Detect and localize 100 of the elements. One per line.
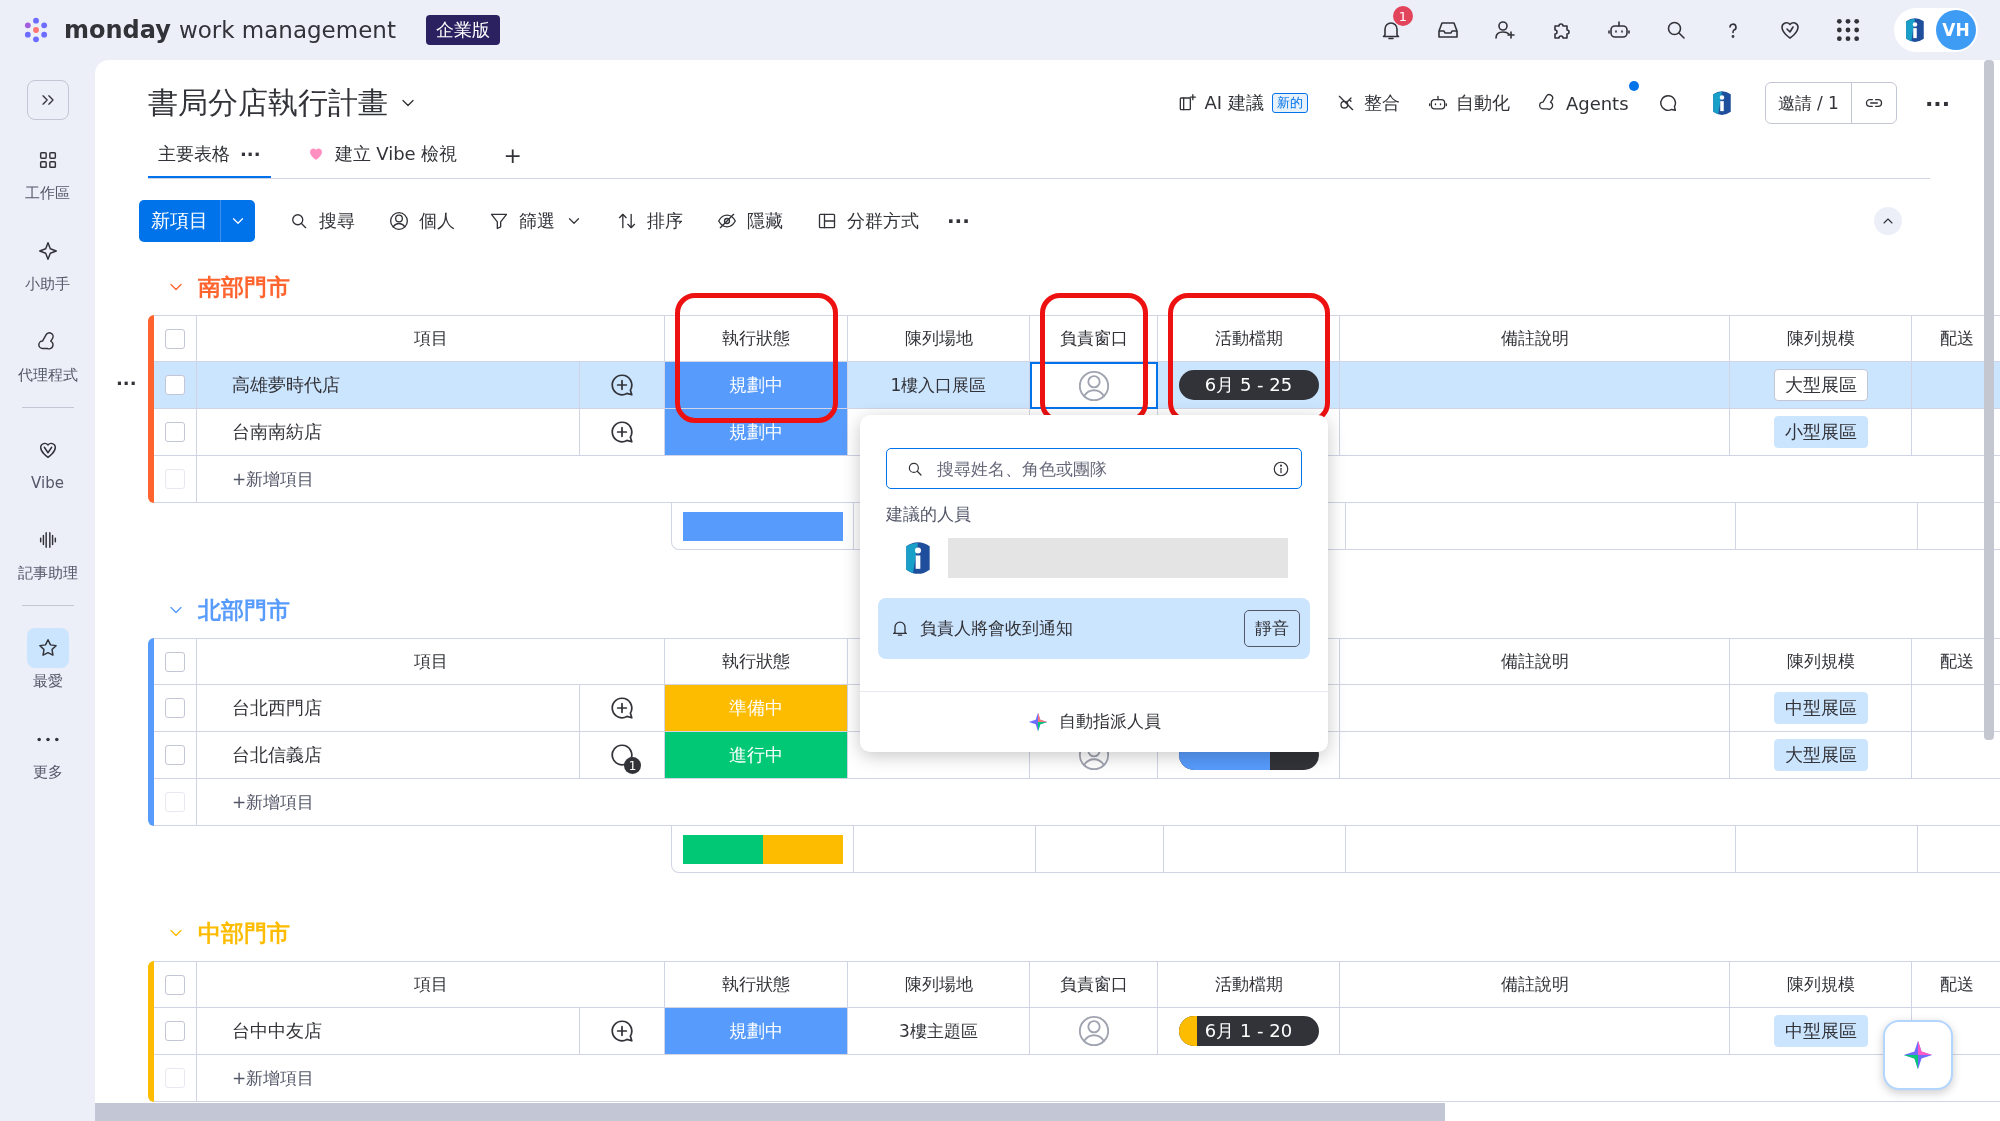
board-action[interactable]: AI 建議 新的 (1176, 79, 1318, 115)
action-label: 自動化 (1455, 91, 1510, 115)
section-label: 建議的人員 (886, 503, 972, 527)
ai-assistant-button[interactable] (1883, 1020, 1953, 1090)
star-icon (36, 637, 59, 659)
checkbox[interactable] (165, 1021, 185, 1041)
scrollbar[interactable] (95, 1103, 1445, 1121)
sparkle-icon (36, 240, 59, 262)
add-item-field[interactable]: +新增項目 (197, 779, 2000, 826)
column-header[interactable]: 項目 (197, 961, 665, 1008)
action-label: AI 建議 (1204, 91, 1264, 115)
action-label: 整合 (1363, 91, 1400, 115)
column-header[interactable]: 項目 (197, 315, 665, 362)
timeline-pill[interactable]: 6月 1 - 20 (1178, 1016, 1319, 1046)
collapse-button[interactable] (1874, 207, 1902, 235)
toolbar-button[interactable]: 篩選 (489, 209, 583, 233)
item-name[interactable]: 台南南紡店 (197, 409, 580, 456)
checkbox[interactable] (165, 745, 185, 765)
filter-icon (489, 211, 509, 231)
item-name[interactable]: 台中中友店 (197, 1008, 580, 1055)
item-name[interactable]: 台北信義店 (197, 732, 580, 779)
column-header[interactable]: 陳列場地 (848, 961, 1030, 1008)
size-tag[interactable]: 大型展區 (1773, 369, 1868, 401)
sidebar-item[interactable]: 小助手 (25, 231, 70, 294)
update-count: 1 (624, 757, 641, 774)
tab-menu[interactable]: ··· (240, 143, 261, 165)
board-action[interactable]: 整合 (1335, 79, 1410, 115)
sidebar-item[interactable]: Vibe (26, 430, 69, 492)
logo-icon (22, 16, 50, 44)
column-header[interactable]: 配送 (1912, 961, 2000, 1008)
column-header[interactable]: 活動檔期 (1158, 961, 1340, 1008)
robot-icon (1427, 93, 1448, 113)
toolbar-button[interactable]: 個人 (389, 209, 455, 233)
add-update-icon[interactable] (609, 1018, 635, 1044)
scrollbar[interactable] (1984, 60, 1994, 740)
more-button[interactable]: ··· (1924, 90, 1950, 116)
person-icon (389, 211, 409, 231)
hidden-eye-icon (717, 211, 737, 231)
brand-name: monday (64, 16, 171, 44)
search-field[interactable]: 搜尋姓名、角色或團隊 (886, 448, 1302, 490)
group-icon (817, 211, 837, 231)
board-title[interactable]: 書局分店執行計畫 (148, 82, 388, 124)
search-icon (289, 211, 309, 231)
notification-dot (1628, 80, 1639, 91)
column-header[interactable]: 陳列規模 (1730, 638, 1912, 685)
board-action[interactable]: 自動化 (1427, 79, 1520, 115)
view-tab[interactable]: 建立 Vibe 檢視 (296, 132, 468, 178)
toolbar-button[interactable]: 分群方式 (817, 209, 919, 233)
notice-text: 負責人將會收到通知 (920, 616, 1074, 640)
toolbar-button[interactable]: 排序 (617, 209, 683, 233)
column-header[interactable]: 備註說明 (1340, 638, 1730, 685)
toolbar-button[interactable]: 搜尋 (289, 209, 355, 233)
person-icon[interactable] (1077, 368, 1111, 403)
new-badge: 新的 (1271, 93, 1308, 113)
person-icon[interactable] (1076, 1014, 1111, 1048)
sidebar-item[interactable]: 記事助理 (17, 520, 78, 583)
size-tag[interactable]: 中型展區 (1773, 692, 1868, 724)
toolbar-button[interactable]: 隱藏 (717, 209, 783, 233)
mute-button[interactable]: 靜音 (1244, 609, 1300, 647)
add-update-icon[interactable] (609, 695, 635, 721)
checkbox[interactable] (165, 328, 185, 349)
board-action[interactable]: Agents (1537, 80, 1639, 114)
view-tab[interactable]: 主要表格 ··· (148, 132, 271, 178)
timeline-pill[interactable]: 6月 5 - 25 (1178, 370, 1319, 400)
sort-icon (617, 211, 637, 231)
size-tag[interactable]: 中型展區 (1773, 1015, 1868, 1047)
item-name[interactable]: 高雄夢時代店 (197, 362, 580, 409)
size-tag[interactable]: 小型展區 (1773, 416, 1868, 448)
add-update-icon[interactable] (609, 419, 635, 445)
size-tag[interactable]: 大型展區 (1773, 739, 1868, 771)
add-view-button[interactable]: + (493, 142, 532, 168)
checkbox[interactable] (165, 698, 185, 718)
new-item-button[interactable]: 新項目 (139, 200, 255, 242)
apps-icon[interactable] (1835, 17, 1861, 43)
checkbox[interactable] (165, 375, 185, 395)
row-menu[interactable]: ··· (114, 372, 139, 396)
table-cell[interactable] (1030, 362, 1158, 409)
column-header[interactable]: 備註說明 (1340, 961, 1730, 1008)
auto-assign-button[interactable]: 自動指派人員 (860, 690, 1328, 752)
column-header[interactable]: 負責窗口 (1030, 961, 1158, 1008)
checkbox[interactable] (165, 422, 185, 442)
plan-badge: 企業版 (425, 15, 500, 45)
column-header[interactable]: 陳列規模 (1730, 961, 1912, 1008)
more-button[interactable]: ··· (947, 209, 970, 233)
speech-bubble-icon[interactable] (609, 742, 635, 768)
checkbox[interactable] (165, 651, 185, 672)
more-icon (36, 736, 59, 742)
invite-icon[interactable] (1493, 18, 1517, 42)
add-update-icon[interactable] (609, 372, 635, 398)
info-icon[interactable] (1272, 460, 1290, 478)
search-icon (906, 460, 924, 478)
column-header[interactable]: 項目 (197, 638, 665, 685)
column-header[interactable]: 備註說明 (1340, 315, 1730, 362)
item-name[interactable]: 台北西門店 (197, 685, 580, 732)
sidebar-item[interactable]: 工作區 (25, 140, 70, 203)
action-label: Agents (1565, 92, 1629, 114)
sidebar-item[interactable]: 代理程式 (17, 322, 78, 385)
checkbox[interactable] (165, 974, 185, 995)
expand-button[interactable] (26, 80, 69, 120)
sidebar-item[interactable]: 更多 (26, 719, 69, 782)
